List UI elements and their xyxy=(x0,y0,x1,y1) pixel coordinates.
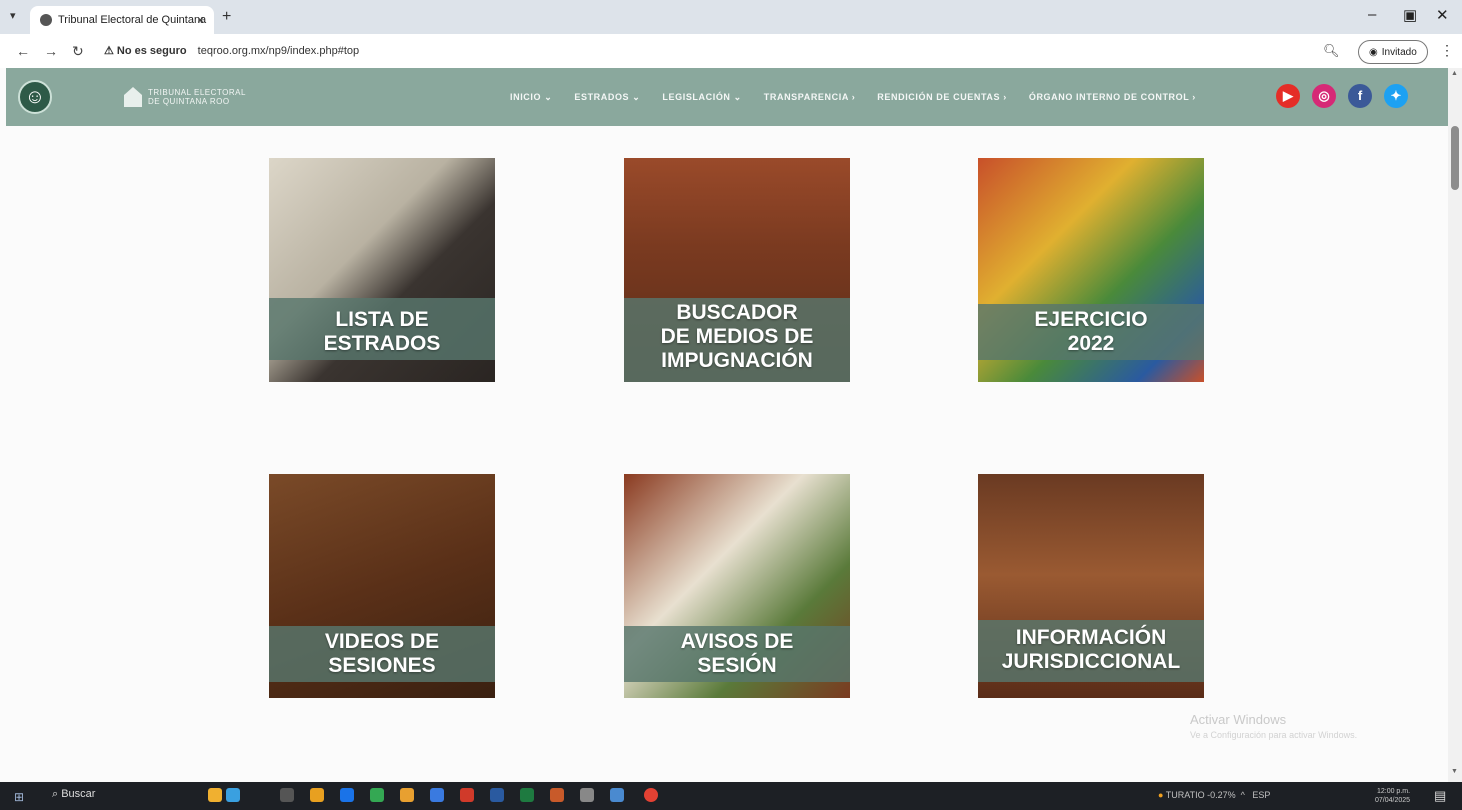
reload-icon[interactable]: ↻ xyxy=(72,43,84,60)
windows-activation-subtitle: Ve a Configuración para activar Windows. xyxy=(1190,730,1358,740)
tile-label-line: AVISOS DE xyxy=(680,630,794,653)
nav-transparencia[interactable]: TRANSPARENCIA › xyxy=(764,92,856,103)
windows-activation-title: Activar Windows xyxy=(1190,712,1287,727)
tile-label-line: BUSCADOR xyxy=(676,301,798,324)
restore-icon[interactable]: ▣ xyxy=(1403,6,1417,24)
scrollbar-thumb[interactable] xyxy=(1451,126,1459,190)
edge-icon[interactable] xyxy=(340,788,354,802)
tile-label-line: JURISDICCIONAL xyxy=(1001,650,1181,673)
tile-avisos-de-sesion[interactable]: AVISOS DE SESIÓN xyxy=(624,474,850,698)
site-favicon-icon xyxy=(40,14,52,26)
new-tab-button[interactable]: + xyxy=(222,8,231,26)
word-icon[interactable] xyxy=(490,788,504,802)
security-label: No es seguro xyxy=(116,45,187,57)
tile-buscador-medios-impugnacion[interactable]: BUSCADOR DE MEDIOS DE IMPUGNACIÓN xyxy=(624,158,850,382)
close-window-icon[interactable]: ✕ xyxy=(1436,6,1449,24)
taskbar-search[interactable]: ⌕ Buscar xyxy=(52,788,95,801)
site-header: ☺ TRIBUNAL ELECTORAL DE QUINTANA ROO INI… xyxy=(6,68,1448,126)
tile-label-line: INFORMACIÓN xyxy=(1015,626,1167,649)
main-nav: INICIO ⌄ ESTRADOS ⌄ LEGISLACIÓN ⌄ TRANSP… xyxy=(510,92,1196,103)
profile-icon: ◉ xyxy=(1369,46,1378,58)
nav-legislacion[interactable]: LEGISLACIÓN ⌄ xyxy=(662,92,741,103)
windows-start-icon[interactable]: ⊞ xyxy=(14,790,24,804)
tab-search-icon[interactable]: ▾ xyxy=(10,9,16,22)
browser-tab-strip: ▾ Tribunal Electoral de Quintana × + – ▣… xyxy=(0,0,1462,34)
browser-menu-icon[interactable]: ⋮ xyxy=(1440,42,1454,59)
profile-button[interactable]: ◉ Invitado xyxy=(1358,40,1428,64)
tile-label-line: SESIONES xyxy=(328,654,436,677)
security-warning-icon[interactable]: ⚠ No es seguro xyxy=(104,45,187,57)
url-field[interactable]: ⚠ No es seguro teqroo.org.mx/np9/index.p… xyxy=(104,44,359,57)
nav-inicio[interactable]: INICIO ⌄ xyxy=(510,92,552,103)
url-text: teqroo.org.mx/np9/index.php#top xyxy=(197,45,360,57)
scroll-up-icon[interactable]: ▲ xyxy=(1451,70,1458,77)
youtube-icon[interactable]: ▶ xyxy=(1276,84,1300,108)
widgets-icon[interactable] xyxy=(226,788,240,802)
tile-label-line: 2022 xyxy=(1067,332,1115,355)
logo-line-2: DE QUINTANA ROO xyxy=(148,97,230,106)
widgets-icon[interactable] xyxy=(208,788,222,802)
tile-label-line: LISTA DE xyxy=(335,308,429,331)
powerpoint-icon[interactable] xyxy=(550,788,564,802)
tile-informacion-jurisdiccional[interactable]: INFORMACIÓN JURISDICCIONAL xyxy=(978,474,1204,698)
tile-label-line: EJERCICIO xyxy=(1034,308,1148,331)
scroll-down-icon[interactable]: ▼ xyxy=(1451,768,1458,775)
app-icon[interactable] xyxy=(400,788,414,802)
weather-icon: ● xyxy=(1158,790,1164,800)
tile-label-line: IMPUGNACIÓN xyxy=(661,349,813,372)
browser-tab[interactable]: Tribunal Electoral de Quintana × xyxy=(30,6,214,34)
app-icon[interactable] xyxy=(310,788,324,802)
tile-videos-de-sesiones[interactable]: VIDEOS DE SESIONES xyxy=(269,474,495,698)
profile-label: Invitado xyxy=(1381,46,1417,58)
twitter-icon[interactable]: ✦ xyxy=(1384,84,1408,108)
tab-close-icon[interactable]: × xyxy=(197,13,204,27)
zoom-icon[interactable]: 🔍︎ xyxy=(1323,43,1340,59)
page-scrollbar[interactable]: ▲ ▼ xyxy=(1448,68,1462,782)
nav-organo-interno[interactable]: ÓRGANO INTERNO DE CONTROL › xyxy=(1029,92,1196,103)
file-explorer-icon[interactable] xyxy=(430,788,444,802)
chrome-active-icon[interactable] xyxy=(644,788,658,802)
tab-title: Tribunal Electoral de Quintana xyxy=(58,14,207,26)
tile-ejercicio-2022[interactable]: EJERCICIO 2022 xyxy=(978,158,1204,382)
tile-label-line: VIDEOS DE xyxy=(324,630,440,653)
app-icon[interactable] xyxy=(460,788,474,802)
nav-estrados[interactable]: ESTRADOS ⌄ xyxy=(574,92,640,103)
minimize-icon[interactable]: – xyxy=(1368,6,1376,23)
excel-icon[interactable] xyxy=(520,788,534,802)
back-icon[interactable]: ← xyxy=(16,43,30,59)
logo-line-1: TRIBUNAL ELECTORAL xyxy=(148,88,246,97)
forward-icon[interactable]: → xyxy=(44,43,58,59)
app-icon[interactable] xyxy=(610,788,624,802)
app-icon[interactable] xyxy=(580,788,594,802)
nav-rendicion-de-cuentas[interactable]: RENDICIÓN DE CUENTAS › xyxy=(877,92,1007,103)
windows-taskbar: ⊞ ⌕ Buscar ● TURATIO -0.27% ^ ESP 12:00 … xyxy=(0,782,1462,810)
address-bar: ← → ↻ ⚠ No es seguro teqroo.org.mx/np9/i… xyxy=(0,34,1462,68)
accessibility-icon[interactable]: ☺ xyxy=(18,80,52,114)
taskbar-clock[interactable]: 12:00 p.m. 07/04/2025 xyxy=(1375,787,1410,805)
notification-icon[interactable]: ▤ xyxy=(1434,788,1446,804)
task-view-icon[interactable] xyxy=(280,788,294,802)
tile-label-line: ESTRADOS xyxy=(323,332,441,355)
logo-mark-icon xyxy=(124,87,142,107)
site-logo[interactable]: TRIBUNAL ELECTORAL DE QUINTANA ROO xyxy=(124,87,246,107)
tile-lista-de-estrados[interactable]: LISTA DE ESTRADOS xyxy=(269,158,495,382)
system-tray[interactable]: ● TURATIO -0.27% ^ ESP xyxy=(1158,790,1270,800)
tile-label-line: SESIÓN xyxy=(697,654,777,677)
chrome-icon[interactable] xyxy=(370,788,384,802)
instagram-icon[interactable]: ◎ xyxy=(1312,84,1336,108)
tile-label-line: DE MEDIOS DE xyxy=(660,325,814,348)
facebook-icon[interactable]: f xyxy=(1348,84,1372,108)
